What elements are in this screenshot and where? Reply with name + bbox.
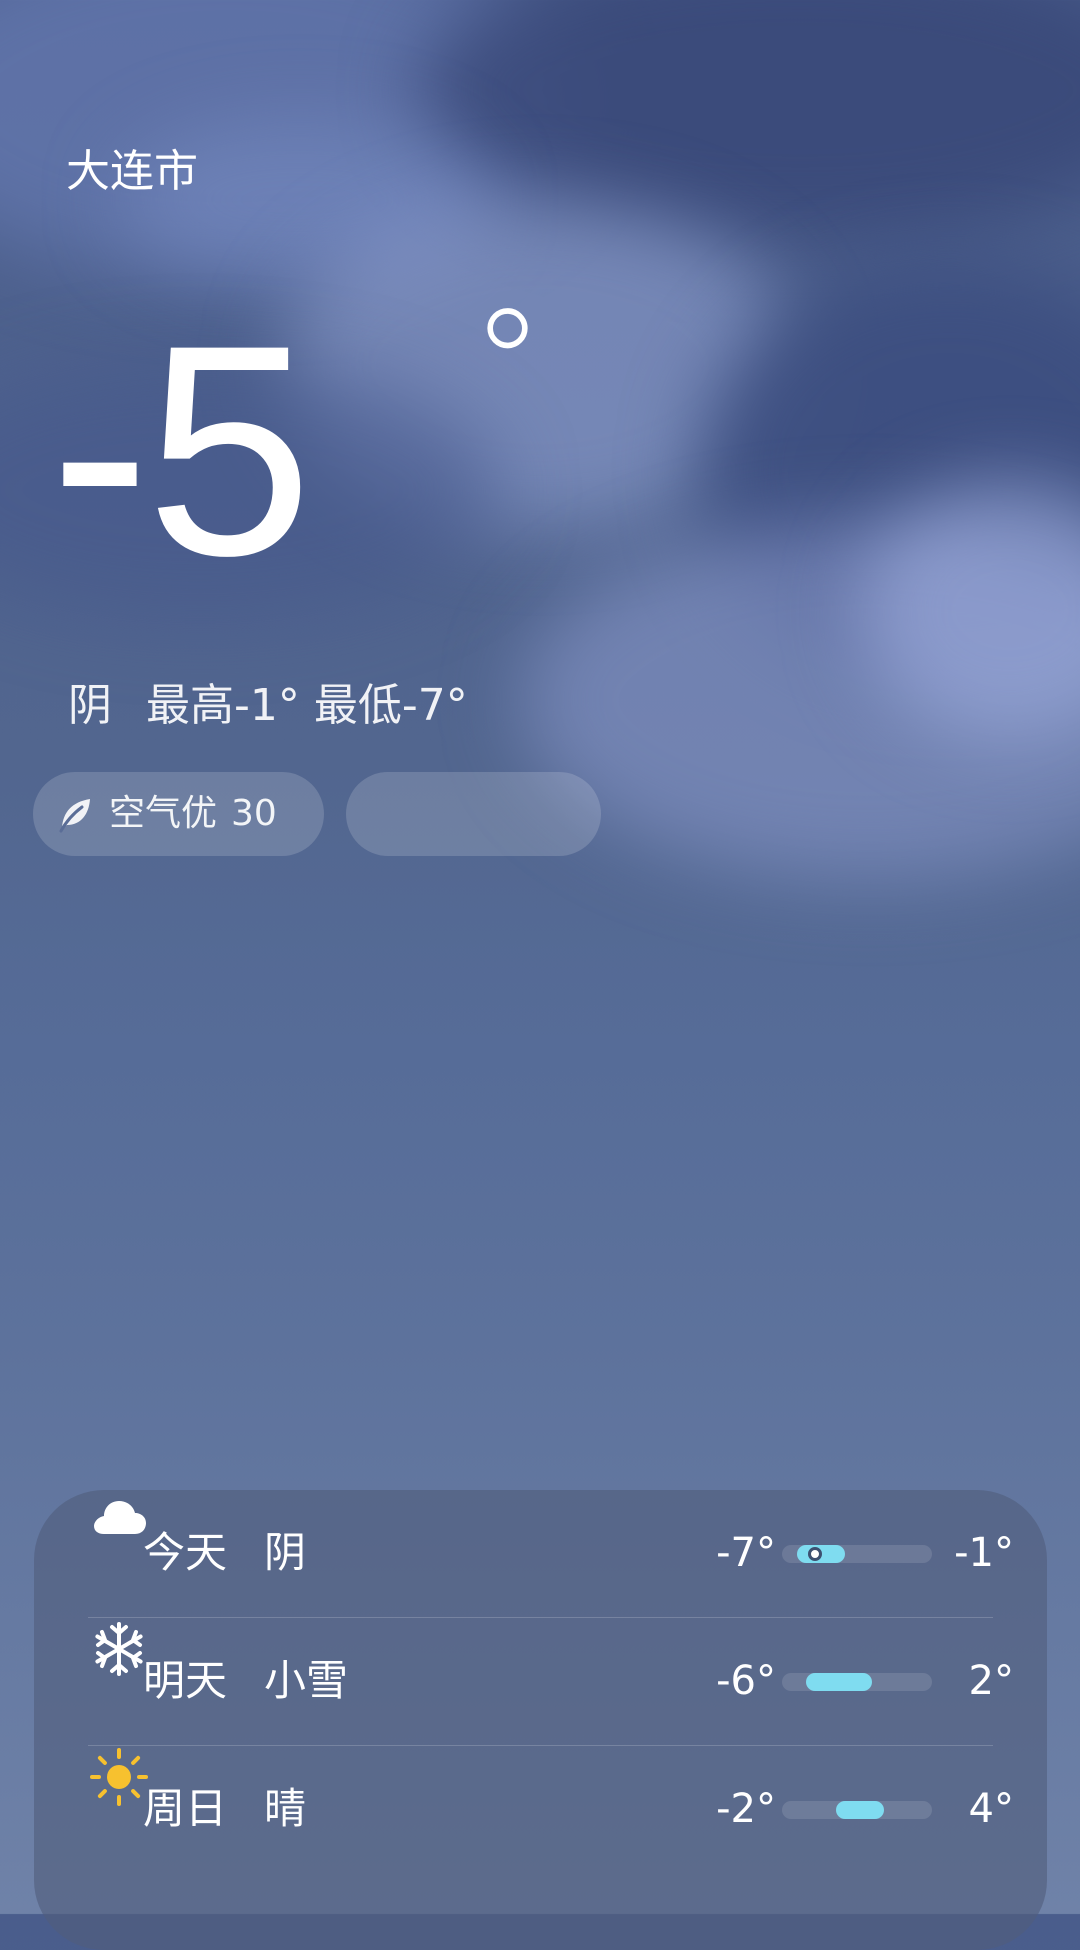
forecast-high: -1° [954, 1530, 1014, 1576]
temperature-range-bar [782, 1801, 932, 1819]
snowflake-icon [95, 1622, 143, 1676]
forecast-high: 2° [968, 1658, 1014, 1704]
city-name[interactable]: 大连市 [66, 146, 198, 198]
forecast-condition: 阴 [264, 1528, 307, 1577]
forecast-card: 今天 阴 -7° -1° 明天 小雪 -6° 2° 周日 晴 -2° 4° [34, 1490, 1047, 1950]
forecast-low: -6° [716, 1658, 776, 1704]
current-condition: 阴 [68, 680, 112, 731]
air-quality-text: 空气优 30 [109, 794, 277, 834]
forecast-row[interactable]: 明天 小雪 -6° 2° [88, 1618, 1014, 1746]
temperature-range-fill [806, 1673, 872, 1691]
leaf-icon [59, 799, 90, 833]
weather-summary: 阴 最高-1° 最低-7° [68, 680, 468, 732]
air-quality-pill[interactable]: 空气优 30 [33, 772, 324, 856]
forecast-low: -7° [716, 1530, 776, 1576]
forecast-day: 今天 [143, 1528, 228, 1577]
high-temp: 最高-1° [146, 680, 300, 731]
current-temperature: -5 [50, 282, 313, 618]
sun-icon [90, 1748, 148, 1806]
temperature-range-bar [782, 1673, 932, 1691]
low-temp: 最低-7° [313, 680, 468, 731]
current-temperature-marker [808, 1547, 822, 1561]
high-low: 最高-1° 最低-7° [146, 680, 468, 732]
forecast-day: 周日 [143, 1784, 228, 1833]
info-pills: 空气优 30 [33, 772, 601, 856]
temperature-unit: ° [470, 278, 545, 452]
temperature-range-fill [836, 1801, 884, 1819]
forecast-high: 4° [968, 1786, 1014, 1832]
forecast-row[interactable]: 今天 阴 -7° -1° [88, 1490, 1014, 1618]
forecast-low: -2° [716, 1786, 776, 1832]
temperature-range-bar [782, 1545, 932, 1563]
forecast-condition: 晴 [264, 1784, 307, 1833]
forecast-row[interactable]: 周日 晴 -2° 4° [88, 1746, 1014, 1873]
blurred-info-pill[interactable] [346, 772, 601, 856]
cloud-icon [94, 1501, 146, 1534]
forecast-day: 明天 [143, 1656, 228, 1705]
forecast-condition: 小雪 [264, 1656, 349, 1705]
air-quality-label: 空气优 [109, 793, 218, 834]
air-quality-value: 30 [231, 793, 277, 834]
